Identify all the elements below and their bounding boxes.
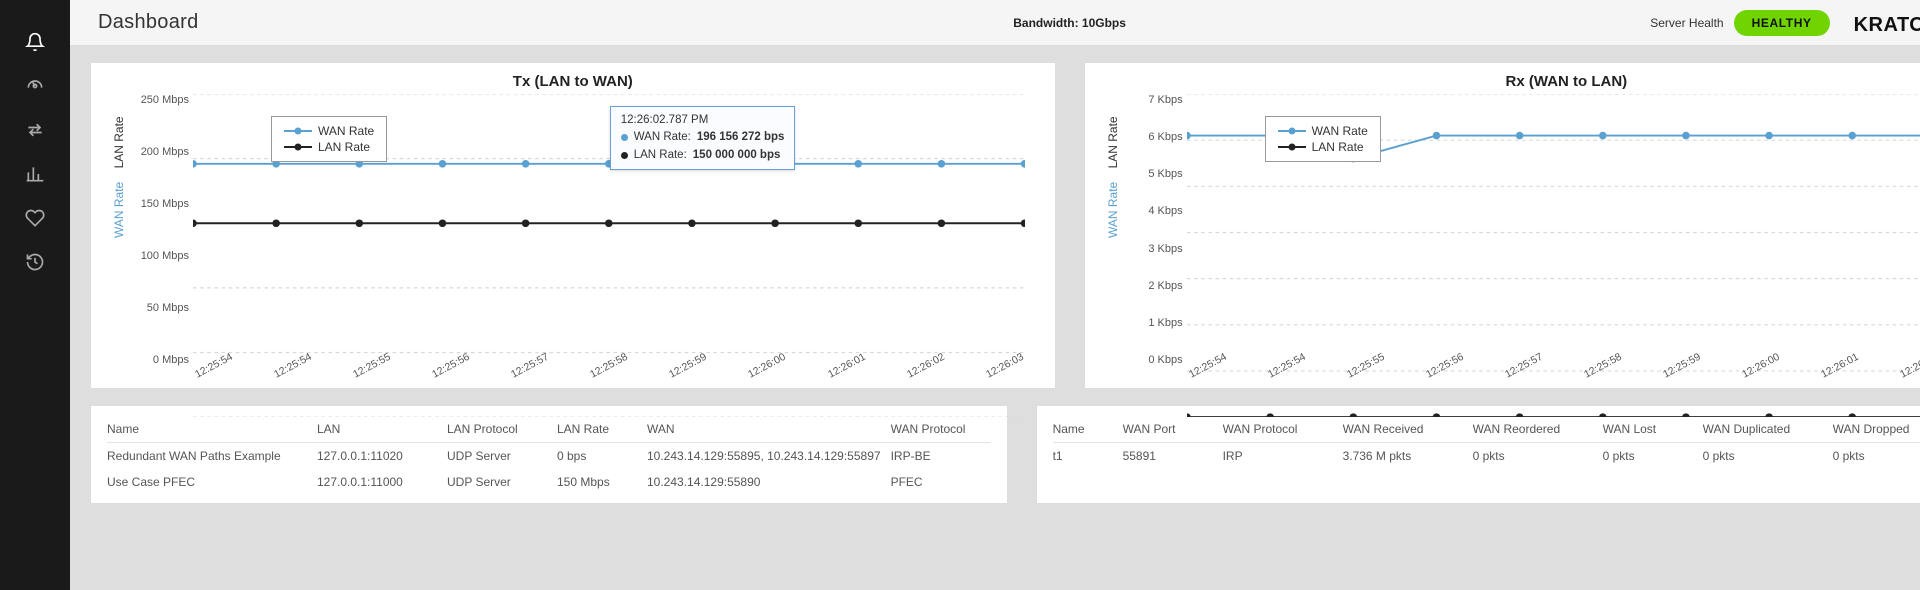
arrows-horizontal-icon [25, 120, 45, 140]
gauge-icon [25, 76, 45, 96]
legend-marker-lan-icon [1278, 146, 1306, 148]
legend-lan: LAN Rate [1278, 139, 1368, 155]
bar-chart-icon [25, 164, 45, 184]
server-health-label: Server Health [1650, 16, 1723, 30]
cell: 55891 [1123, 449, 1213, 463]
legend-marker-wan-icon [1278, 130, 1306, 132]
col-header[interactable]: Name [1053, 422, 1113, 436]
table-row[interactable]: t1 55891 IRP 3.736 M pkts 0 pkts 0 pkts 0 pkts… [1053, 443, 1920, 469]
cell: 0 pkts [1603, 449, 1693, 463]
y-ticks-rx: 7 Kbps 6 Kbps 5 Kbps 4 Kbps 3 Kbps 2 Kbp… [1125, 94, 1183, 366]
nav-transfers[interactable] [0, 108, 70, 152]
nav-stats[interactable] [0, 152, 70, 196]
col-header[interactable]: LAN Rate [557, 422, 637, 436]
cell: 3.736 M pkts [1343, 449, 1463, 463]
page-header: Dashboard Bandwidth: 10Gbps Server Healt… [70, 0, 1920, 46]
chart-rx-title: Rx (WAN to LAN) [1105, 73, 1920, 90]
nav-health[interactable] [0, 196, 70, 240]
table-header: Name LAN LAN Protocol LAN Rate WAN WAN Protoc… [107, 416, 991, 443]
sidebar [0, 0, 70, 590]
tooltip-row-lan: LAN Rate: 150 000 000 bps [621, 147, 785, 164]
col-header[interactable]: WAN Port [1123, 422, 1213, 436]
y-axis-wan-label: WAN Rate [112, 182, 126, 238]
cell: 0 pkts [1833, 449, 1920, 463]
tx-table: Name LAN LAN Protocol LAN Rate WAN WAN Protoc… [90, 405, 1008, 504]
nav-alerts[interactable] [0, 20, 70, 64]
cell: 10.243.14.129:55895, 10.243.14.129:55897 [647, 449, 881, 463]
nav-history[interactable] [0, 240, 70, 284]
dot-icon [621, 152, 628, 159]
dot-icon [621, 134, 628, 141]
cell: 0 pkts [1703, 449, 1823, 463]
cell: PFEC [891, 475, 991, 489]
heart-pulse-icon [25, 208, 45, 228]
bell-icon [25, 32, 45, 52]
chart-tooltip: 12:26:02.787 PM WAN Rate: 196 156 272 bp… [610, 106, 796, 170]
cell: t1 [1053, 449, 1113, 463]
col-header[interactable]: WAN Protocol [1223, 422, 1333, 436]
cell: UDP Server [447, 449, 547, 463]
chart-tx-legend: WAN Rate LAN Rate [271, 116, 387, 162]
brand-logo: KRATOS DataDefender [1854, 9, 1920, 37]
y-axis-lan-label: LAN Rate [112, 116, 126, 168]
cell: 0 pkts [1473, 449, 1593, 463]
y-axis-wan-label: WAN Rate [1106, 182, 1120, 238]
legend-wan: WAN Rate [284, 123, 374, 139]
history-icon [25, 252, 45, 272]
bandwidth-label: Bandwidth: 10Gbps [1013, 16, 1126, 30]
cell: Redundant WAN Paths Example [107, 449, 307, 463]
cell: 150 Mbps [557, 475, 637, 489]
table-row[interactable]: Use Case PFEC 127.0.0.1:11000 UDP Server 15… [107, 469, 991, 495]
col-header[interactable]: LAN Protocol [447, 422, 547, 436]
table-row[interactable]: Redundant WAN Paths Example 127.0.0.1:110… [107, 443, 991, 469]
tooltip-timestamp: 12:26:02.787 PM [621, 112, 785, 129]
legend-wan: WAN Rate [1278, 123, 1368, 139]
col-header[interactable]: WAN Dropped [1833, 422, 1920, 436]
cell: Use Case PFEC [107, 475, 307, 489]
cell: UDP Server [447, 475, 547, 489]
chart-rx-panel: Rx (WAN to LAN) WAN Rate LAN Rate 7 Kbps… [1084, 62, 1920, 389]
col-header[interactable]: WAN Duplicated [1703, 422, 1823, 436]
rx-table: Name WAN Port WAN Protocol WAN Received WAN … [1036, 405, 1920, 504]
legend-marker-lan-icon [284, 146, 312, 148]
cell: 127.0.0.1:11020 [317, 449, 437, 463]
col-header[interactable]: WAN Received [1343, 422, 1463, 436]
cell: IRP [1223, 449, 1333, 463]
legend-marker-wan-icon [284, 130, 312, 132]
col-header[interactable]: WAN Protocol [891, 422, 991, 436]
cell: IRP-BE [891, 449, 991, 463]
chart-tx-panel: Tx (LAN to WAN) WAN Rate LAN Rate 250 Mb… [90, 62, 1056, 389]
col-header[interactable]: LAN [317, 422, 437, 436]
col-header[interactable]: WAN Reordered [1473, 422, 1593, 436]
chart-tx-title: Tx (LAN to WAN) [111, 73, 1035, 90]
nav-dashboard[interactable] [0, 64, 70, 108]
col-header[interactable]: Name [107, 422, 307, 436]
y-axis-lan-label: LAN Rate [1106, 116, 1120, 168]
cell: 127.0.0.1:11000 [317, 475, 437, 489]
cell: 0 bps [557, 449, 637, 463]
y-ticks-tx: 250 Mbps 200 Mbps 150 Mbps 100 Mbps 50 M… [131, 94, 189, 366]
health-badge[interactable]: HEALTHY [1734, 10, 1830, 36]
page-title: Dashboard [98, 11, 199, 34]
brand-main: KRATOS [1854, 14, 1920, 37]
table-header: Name WAN Port WAN Protocol WAN Received WAN … [1053, 416, 1920, 443]
legend-lan: LAN Rate [284, 139, 374, 155]
col-header[interactable]: WAN Lost [1603, 422, 1693, 436]
tooltip-row-wan: WAN Rate: 196 156 272 bps [621, 129, 785, 146]
cell: 10.243.14.129:55890 [647, 475, 881, 489]
chart-rx-legend: WAN Rate LAN Rate [1265, 116, 1381, 162]
col-header[interactable]: WAN [647, 422, 881, 436]
